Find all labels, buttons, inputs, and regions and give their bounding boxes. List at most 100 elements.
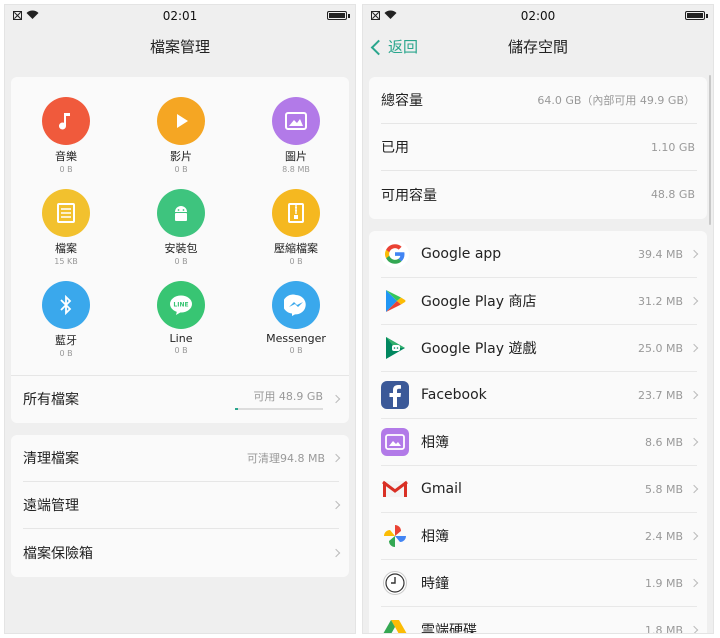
category-size: 8.8 MB	[282, 165, 310, 174]
page-title: 儲存空間	[507, 38, 568, 56]
category-label: 安裝包	[164, 242, 198, 255]
category-size: 0 B	[174, 165, 188, 174]
category-messenger[interactable]: Messenger 0 B	[241, 281, 351, 355]
all-files-row[interactable]: 所有檔案 可用 48.9 GB	[23, 375, 341, 422]
app-size: 31.2 MB	[637, 294, 683, 308]
chevron-right-icon	[331, 500, 341, 510]
app-size: 1.8 MB	[644, 623, 683, 634]
facebook-icon	[381, 381, 409, 409]
category-label: 音樂	[55, 150, 77, 163]
storage-bar-fill	[235, 407, 238, 410]
tools-card: 清理檔案 可清理94.8 MB 遠端管理 檔案保險箱	[11, 435, 349, 577]
category-size: 0 B	[289, 346, 303, 355]
category-size: 0 B	[289, 257, 303, 266]
clean-files-row[interactable]: 清理檔案 可清理94.8 MB	[23, 435, 341, 482]
storage-indicator: 可用 48.9 GB	[235, 384, 323, 414]
row-label: 可用容量	[381, 187, 437, 204]
remote-management-row[interactable]: 遠端管理	[23, 482, 341, 529]
list-item[interactable]: Gmail 5.8 MB	[381, 466, 699, 513]
chevron-right-icon	[689, 390, 699, 400]
navigation-bar: 返回 儲存空間	[363, 27, 713, 67]
category-size: 0 B	[59, 165, 73, 174]
app-name: Facebook	[421, 387, 487, 403]
drive-icon	[381, 616, 409, 633]
app-name: 相簿	[421, 529, 449, 545]
list-item[interactable]: 時鐘 1.9 MB	[381, 560, 699, 607]
battery-icon	[685, 11, 708, 20]
list-item[interactable]: 相簿 2.4 MB	[381, 513, 699, 560]
back-button[interactable]: 返回	[370, 27, 419, 67]
zip-icon	[272, 189, 320, 237]
document-icon	[42, 189, 90, 237]
chevron-right-icon	[689, 296, 699, 306]
app-name: Google Play 遊戲	[421, 341, 537, 357]
available-storage: 可用 48.9 GB	[253, 389, 323, 403]
row-value: 64.0 GB（內部可用 49.9 GB）	[537, 94, 695, 107]
category-line[interactable]: LINE Line 0 B	[126, 281, 236, 355]
apps-list: Google app 39.4 MB Google Play 商店 31.2 M…	[369, 231, 707, 634]
category-label: 壓縮檔案	[274, 242, 318, 255]
category-label: 影片	[170, 150, 192, 163]
app-size: 25.0 MB	[637, 341, 683, 355]
app-size: 23.7 MB	[637, 388, 683, 402]
status-time: 02:01	[162, 9, 198, 23]
category-label: 藍牙	[55, 334, 77, 347]
messenger-icon	[272, 281, 320, 329]
list-item[interactable]: Google app 39.4 MB	[381, 231, 699, 278]
row-value: 可清理94.8 MB	[246, 452, 325, 465]
row-label: 清理檔案	[23, 451, 79, 467]
total-capacity-row: 總容量 64.0 GB（內部可用 49.9 GB）	[381, 77, 697, 124]
category-bluetooth[interactable]: 藍牙 0 B	[11, 281, 121, 358]
chevron-left-icon	[370, 39, 387, 55]
available-row: 可用容量 48.8 GB	[381, 171, 697, 218]
category-music[interactable]: 音樂 0 B	[11, 97, 121, 174]
storage-screen: 02:00 返回 儲存空間 總容量 64.0 GB（內部可用 49.9 GB） …	[362, 4, 714, 634]
row-label: 總容量	[381, 93, 423, 109]
category-label: Messenger	[266, 332, 326, 345]
category-video[interactable]: 影片 0 B	[126, 97, 236, 174]
category-size: 0 B	[174, 346, 188, 355]
image-icon	[272, 97, 320, 145]
file-vault-row[interactable]: 檔案保險箱	[23, 529, 341, 576]
status-bar: 02:00	[363, 5, 713, 27]
list-item[interactable]: 雲端硬碟 1.8 MB	[381, 607, 699, 634]
gmail-icon	[381, 475, 409, 503]
clock-icon	[381, 569, 409, 597]
app-name: 相簿	[421, 435, 449, 451]
bluetooth-icon	[42, 281, 90, 329]
category-archives[interactable]: 壓縮檔案 0 B	[241, 189, 351, 266]
list-item[interactable]: Google Play 商店 31.2 MB	[381, 278, 699, 325]
list-item[interactable]: 相簿 8.6 MB	[381, 419, 699, 466]
list-item[interactable]: Facebook 23.7 MB	[381, 372, 699, 419]
row-value: 1.10 GB	[650, 140, 695, 154]
category-images[interactable]: 圖片 8.8 MB	[241, 97, 351, 174]
list-item[interactable]: Google Play 遊戲 25.0 MB	[381, 325, 699, 372]
category-label: 圖片	[285, 150, 307, 163]
play-icon	[157, 97, 205, 145]
chevron-right-icon	[331, 453, 341, 463]
scrollbar[interactable]	[709, 75, 711, 225]
category-size: 0 B	[174, 257, 188, 266]
category-size: 0 B	[59, 349, 73, 358]
chevron-right-icon	[689, 437, 699, 447]
row-label: 遠端管理	[23, 498, 79, 514]
storage-bar	[235, 407, 323, 410]
app-name: Google Play 商店	[421, 294, 537, 310]
category-documents[interactable]: 檔案 15 KB	[11, 189, 121, 266]
app-name: 雲端硬碟	[421, 623, 477, 634]
category-size: 15 KB	[54, 257, 78, 266]
chevron-right-icon	[331, 548, 341, 557]
chevron-right-icon	[689, 249, 699, 259]
android-icon	[157, 189, 205, 237]
all-files-label: 所有檔案	[23, 391, 79, 408]
battery-icon	[327, 11, 350, 20]
google-icon	[381, 240, 409, 268]
category-label: Line	[169, 332, 193, 345]
status-bar: 02:01	[5, 5, 355, 27]
categories-card: 音樂 0 B 影片 0 B 圖片 8.8 MB 檔案 15 KB 安裝包 0 B…	[11, 77, 349, 423]
app-size: 2.4 MB	[644, 529, 683, 543]
back-label: 返回	[388, 38, 419, 56]
app-size: 39.4 MB	[637, 247, 683, 261]
row-label: 已用	[381, 140, 409, 156]
category-apk[interactable]: 安裝包 0 B	[126, 189, 236, 266]
